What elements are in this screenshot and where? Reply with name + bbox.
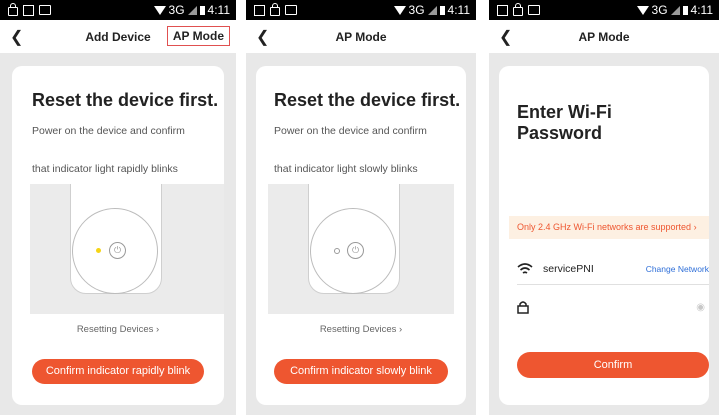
instruction-text-2: that indicator light rapidly blinks [32, 163, 178, 175]
device-illustration: ⏻ [268, 184, 454, 314]
battery-icon [682, 5, 688, 15]
nav-title: AP Mode [335, 29, 387, 44]
lock-status-icon [270, 3, 280, 16]
chevron-right-icon: › [399, 324, 403, 335]
status-bar: 3G 4:11 [489, 0, 719, 20]
signal-icon [670, 5, 680, 15]
ssid-value: servicePNI [543, 263, 594, 275]
confirm-rapid-blink-button[interactable]: Confirm indicator rapidly blink [32, 359, 204, 384]
clock: 4:11 [690, 3, 713, 17]
device-zoom-circle: ⏻ [310, 208, 396, 294]
image-icon [39, 5, 51, 15]
eye-icon[interactable]: ◉ [696, 302, 705, 313]
nav-bar: ❮ AP Mode [246, 20, 476, 53]
resetting-link-label: Resetting Devices [319, 324, 397, 335]
signal-icon [427, 5, 437, 15]
back-arrow-icon[interactable]: ❮ [499, 27, 512, 47]
instruction-text-2: that indicator light slowly blinks [274, 163, 418, 175]
wifi-form-card: Enter Wi-Fi Password Only 2.4 GHz Wi-Fi … [499, 66, 709, 405]
wifi-title: Enter Wi-Fi Password [517, 102, 612, 143]
lock-status-icon [8, 3, 18, 16]
status-bar: 3G 4:11 [0, 0, 236, 20]
wifi-status-icon [393, 5, 406, 15]
network-type: 3G [168, 3, 185, 17]
phone-screen-add-device: 3G 4:11 ❮ Add Device AP Mode Reset the d… [0, 0, 236, 415]
power-icon: ⏻ [347, 242, 364, 259]
warning-text: Only 2.4 GHz Wi-Fi networks are supporte… [517, 222, 692, 232]
back-arrow-icon[interactable]: ❮ [256, 27, 269, 47]
wifi-status-icon [636, 5, 649, 15]
signal-icon [187, 5, 197, 15]
instruction-card: Reset the device first. Power on the dev… [12, 66, 224, 405]
change-network-link[interactable]: Change Network [646, 264, 709, 274]
device-illustration: ⏻ [30, 184, 224, 314]
card-title: Reset the device first. [274, 90, 461, 110]
battery-icon [439, 5, 445, 15]
wifi-band-warning[interactable]: Only 2.4 GHz Wi-Fi networks are supporte… [509, 216, 709, 239]
power-icon: ⏻ [109, 242, 126, 259]
chevron-right-icon: › [156, 324, 160, 335]
phone-screen-wifi-password: 3G 4:11 ❮ AP Mode Enter Wi-Fi Password O… [489, 0, 719, 415]
nav-bar: ❮ Add Device AP Mode [0, 20, 236, 53]
back-arrow-icon[interactable]: ❮ [10, 27, 23, 47]
image-icon [528, 5, 540, 15]
image-icon [285, 5, 297, 15]
device-zoom-circle: ⏻ [72, 208, 158, 294]
confirm-slow-blink-button[interactable]: Confirm indicator slowly blink [274, 359, 448, 384]
notification-icon [23, 4, 34, 16]
card-title: Reset the device first. [32, 90, 219, 110]
indicator-light [334, 248, 340, 254]
status-bar: 3G 4:11 [246, 0, 476, 20]
wifi-status-icon [153, 5, 166, 15]
resetting-link-label: Resetting Devices [76, 324, 154, 335]
ap-mode-link[interactable]: AP Mode [166, 26, 230, 46]
clock: 4:11 [207, 3, 230, 17]
chevron-right-icon: › [693, 222, 697, 232]
lock-icon [517, 301, 529, 314]
battery-icon [199, 5, 205, 15]
resetting-devices-link[interactable]: Resetting Devices › [256, 324, 466, 335]
phone-screen-ap-mode: 3G 4:11 ❮ AP Mode Reset the device first… [246, 0, 476, 415]
instruction-text-1: Power on the device and confirm [32, 125, 185, 137]
resetting-devices-link[interactable]: Resetting Devices › [12, 324, 224, 335]
indicator-light [96, 248, 101, 253]
network-type: 3G [408, 3, 425, 17]
network-type: 3G [651, 3, 668, 17]
wifi-icon [517, 263, 533, 274]
password-row[interactable]: ◉ [517, 292, 709, 322]
nav-bar: ❮ AP Mode [489, 20, 719, 53]
notification-icon [254, 4, 265, 16]
nav-title: Add Device [85, 29, 151, 44]
lock-status-icon [513, 3, 523, 16]
instruction-text-1: Power on the device and confirm [274, 125, 427, 137]
clock: 4:11 [447, 3, 470, 17]
notification-icon [497, 4, 508, 16]
instruction-card: Reset the device first. Power on the dev… [256, 66, 466, 405]
confirm-button[interactable]: Confirm [517, 352, 709, 378]
nav-title: AP Mode [578, 29, 630, 44]
ssid-row: servicePNI Change Network [517, 254, 709, 285]
